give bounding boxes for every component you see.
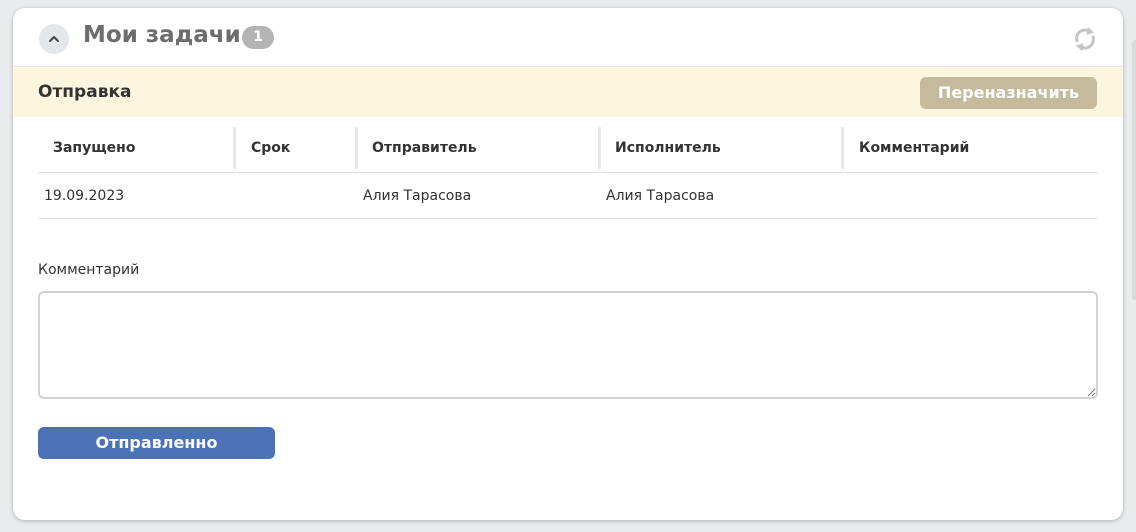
- task-count-badge: 1: [242, 26, 274, 49]
- comment-label: Комментарий: [38, 262, 140, 278]
- cell-assignee: Алия Тарасова: [606, 188, 715, 204]
- cell-started: 19.09.2023: [44, 188, 125, 204]
- refresh-button[interactable]: [1071, 25, 1099, 53]
- column-header-deadline[interactable]: Срок: [236, 125, 355, 169]
- task-history-table: Запущено Срок Отправитель Исполнитель Ко…: [38, 125, 1098, 219]
- submit-button[interactable]: Отправленно: [38, 427, 275, 459]
- table-row: 19.09.2023 Алия Тарасова Алия Тарасова: [38, 173, 1098, 219]
- column-header-comment[interactable]: Комментарий: [844, 125, 1098, 169]
- column-header-sender[interactable]: Отправитель: [357, 125, 598, 169]
- cell-sender: Алия Тарасова: [363, 188, 472, 204]
- column-header-started[interactable]: Запущено: [38, 125, 233, 169]
- widget-header: Мои задачи 1: [13, 8, 1123, 67]
- refresh-icon: [1075, 27, 1095, 51]
- task-title: Отправка: [38, 82, 132, 102]
- widget-title: Мои задачи: [83, 22, 241, 48]
- table-header-row: Запущено Срок Отправитель Исполнитель Ко…: [38, 125, 1098, 173]
- task-header-bar: Отправка Переназначить: [13, 67, 1123, 117]
- adjacent-panel-edge: [1132, 40, 1136, 300]
- collapse-button[interactable]: [39, 24, 69, 54]
- my-tasks-widget: Мои задачи 1 Отправка Переназначить Запу…: [13, 8, 1123, 520]
- chevron-up-icon: [49, 36, 59, 42]
- column-header-assignee[interactable]: Исполнитель: [600, 125, 841, 169]
- comment-textarea[interactable]: [38, 291, 1098, 399]
- reassign-button[interactable]: Переназначить: [920, 77, 1097, 109]
